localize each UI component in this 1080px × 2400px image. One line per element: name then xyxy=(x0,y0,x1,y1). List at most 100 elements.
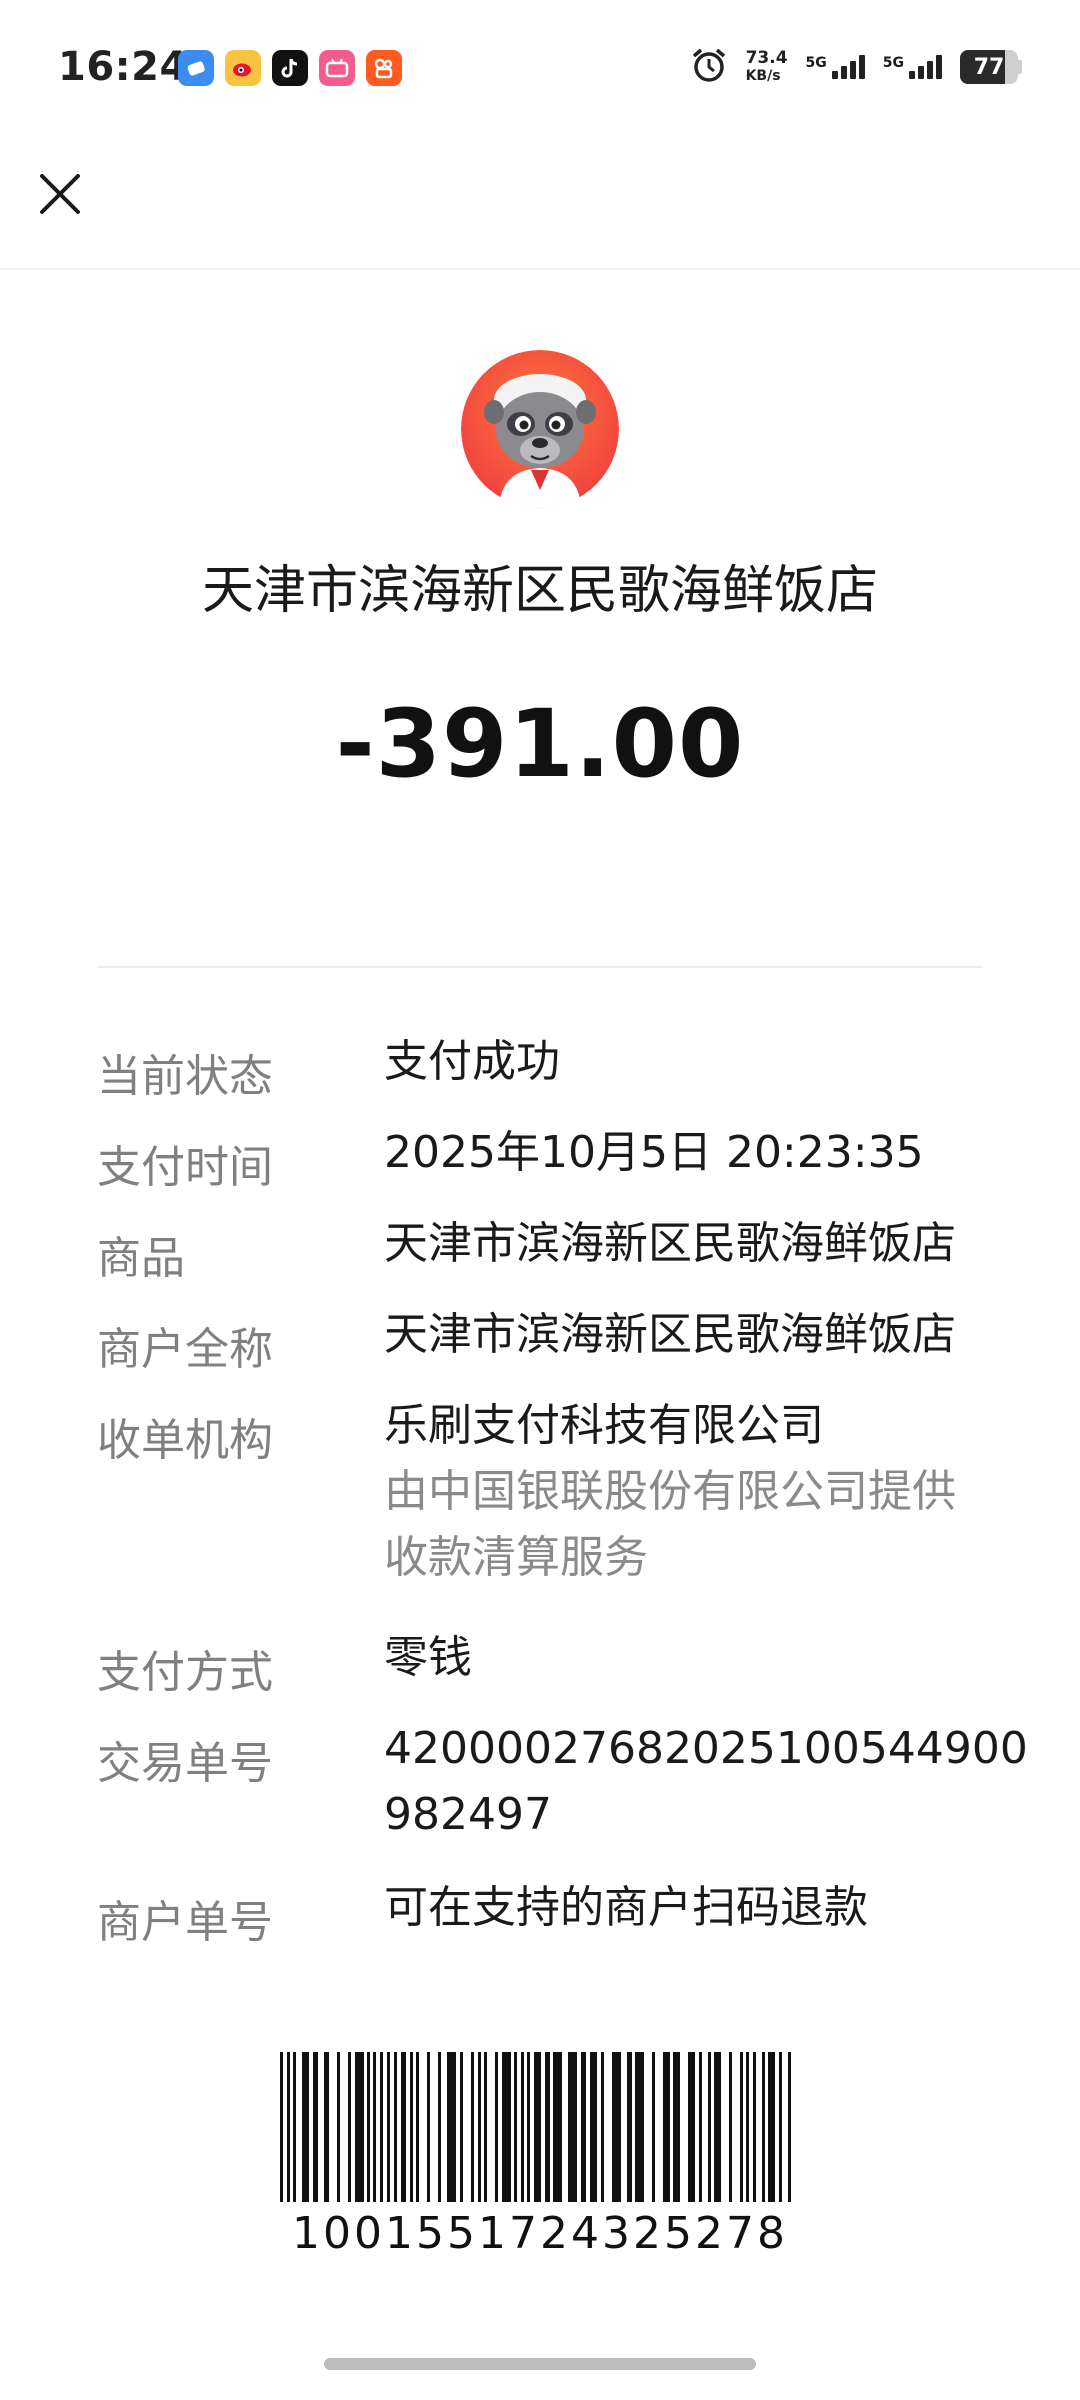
status-bar: 16:24 73.4 KB/s 5G 5G 77 xyxy=(0,0,1080,140)
barcode-bar xyxy=(545,2052,550,2202)
alarm-icon xyxy=(690,46,728,88)
barcode-bar xyxy=(471,2052,474,2202)
status-value: 支付成功 xyxy=(384,1036,560,1087)
header-divider xyxy=(0,268,1080,270)
network-speed-value: 73.4 xyxy=(745,48,788,68)
notification-icons xyxy=(178,50,402,86)
barcode-bar xyxy=(627,2052,632,2202)
signal-strength-2: 5G xyxy=(883,55,942,79)
barcode-bar xyxy=(688,2052,695,2202)
barcode-bar xyxy=(788,2052,791,2202)
barcode-image xyxy=(280,2052,791,2202)
barcode-bar xyxy=(673,2052,680,2202)
barcode-bar xyxy=(484,2052,487,2202)
detail-value: 乐刷支付科技有限公司 由中国银联股份有限公司提供 收款清算服务 xyxy=(384,1393,984,1591)
barcode-bar xyxy=(302,2052,309,2202)
barcode-bar xyxy=(394,2052,397,2202)
detail-value: 天津市滨海新区民歌海鲜饭店 xyxy=(384,1211,984,1277)
barcode-bar xyxy=(502,2052,511,2202)
barcode-bar xyxy=(387,2052,390,2202)
barcode-bar xyxy=(753,2052,756,2202)
barcode-bar xyxy=(416,2052,419,2202)
bilibili-icon xyxy=(319,50,355,86)
kuaishou-icon xyxy=(366,50,402,86)
refund-barcode[interactable] xyxy=(278,2052,798,2202)
detail-label: 商品 xyxy=(97,1233,185,1284)
barcode-bar xyxy=(762,2052,765,2202)
detail-label: 交易单号 xyxy=(97,1738,273,1789)
barcode-bar xyxy=(478,2052,481,2202)
barcode-bar xyxy=(495,2052,498,2202)
barcode-bar xyxy=(635,2052,644,2202)
acquirer-note: 由中国银联股份有限公司提供 xyxy=(384,1466,956,1517)
barcode-bar xyxy=(590,2052,597,2202)
detail-value: 天津市滨海新区民歌海鲜饭店 xyxy=(384,1302,984,1368)
barcode-bar xyxy=(708,2052,711,2202)
barcode-bar xyxy=(714,2052,721,2202)
detail-value[interactable]: 42000027682025100544900 982497 xyxy=(384,1716,1028,1848)
barcode-bar xyxy=(553,2052,562,2202)
app-drawer-icon xyxy=(178,50,214,86)
barcode-bar xyxy=(601,2052,604,2202)
detail-label: 当前状态 xyxy=(97,1051,273,1102)
barcode-bar xyxy=(699,2052,702,2202)
barcode-bar xyxy=(373,2052,376,2202)
battery-icon: 77 xyxy=(960,50,1022,84)
barcode-bar xyxy=(534,2052,541,2202)
barcode-bar xyxy=(427,2052,430,2202)
detail-label: 支付方式 xyxy=(97,1647,273,1698)
barcode-bar xyxy=(438,2052,441,2202)
barcode-bar xyxy=(460,2052,463,2202)
barcode-bar xyxy=(313,2052,318,2202)
barcode-bar xyxy=(740,2052,743,2202)
battery-percent: 77 xyxy=(973,54,1005,80)
barcode-bar xyxy=(380,2052,383,2202)
merchant-order-id-value: 可在支持的商户扫码退款 xyxy=(384,1882,868,1933)
merchant-name: 天津市滨海新区民歌海鲜饭店 xyxy=(201,561,878,621)
home-indicator[interactable] xyxy=(324,2358,756,2370)
barcode-bar xyxy=(746,2052,749,2202)
barcode-bar xyxy=(729,2052,732,2202)
barcode-bar xyxy=(652,2052,655,2202)
barcode-bar xyxy=(293,2052,296,2202)
signal-type-label: 5G xyxy=(805,55,827,71)
detail-label: 商户单号 xyxy=(97,1897,273,1948)
close-button[interactable] xyxy=(32,168,88,224)
network-speed-unit: KB/s xyxy=(745,68,781,84)
barcode-bar xyxy=(527,2052,530,2202)
detail-value: 支付成功 xyxy=(384,1029,984,1095)
barcode-bar xyxy=(779,2052,782,2202)
barcode-bar xyxy=(581,2052,586,2202)
detail-value: 2025年10月5日 20:23:35 xyxy=(384,1120,984,1186)
merchant-avatar xyxy=(461,350,619,508)
tiktok-icon xyxy=(272,50,308,86)
barcode-bar xyxy=(401,2052,406,2202)
signal-type-label: 5G xyxy=(882,55,904,71)
transaction-id-value: 982497 xyxy=(384,1789,552,1840)
detail-value: 可在支持的商户扫码退款 xyxy=(384,1875,984,1941)
barcode-number: 1001551724325278 xyxy=(292,2208,788,2259)
merchant-full-name-value: 天津市滨海新区民歌海鲜饭店 xyxy=(384,1309,956,1360)
barcode-bar xyxy=(612,2052,621,2202)
detail-label: 收单机构 xyxy=(97,1415,273,1466)
barcode-bar xyxy=(324,2052,329,2202)
payment-time-value: 2025年10月5日 20:23:35 xyxy=(384,1127,924,1178)
barcode-bar xyxy=(410,2052,413,2202)
weibo-icon xyxy=(225,50,261,86)
status-right-group: 73.4 KB/s 5G 5G 77 xyxy=(690,46,1022,88)
barcode-bar xyxy=(514,2052,517,2202)
barcode-bar xyxy=(287,2052,290,2202)
acquirer-value: 乐刷支付科技有限公司 xyxy=(384,1400,824,1451)
status-time: 16:24 xyxy=(58,44,188,90)
amount-divider xyxy=(97,966,983,968)
barcode-bar xyxy=(521,2052,524,2202)
network-speed: 73.4 KB/s xyxy=(746,49,788,85)
barcode-bar xyxy=(348,2052,351,2202)
detail-label: 支付时间 xyxy=(97,1142,273,1193)
signal-strength-1: 5G xyxy=(806,55,865,79)
barcode-bar xyxy=(768,2052,775,2202)
transaction-id-value: 42000027682025100544900 xyxy=(384,1723,1028,1774)
barcode-bar xyxy=(367,2052,370,2202)
close-icon xyxy=(36,170,84,222)
barcode-bar xyxy=(568,2052,577,2202)
